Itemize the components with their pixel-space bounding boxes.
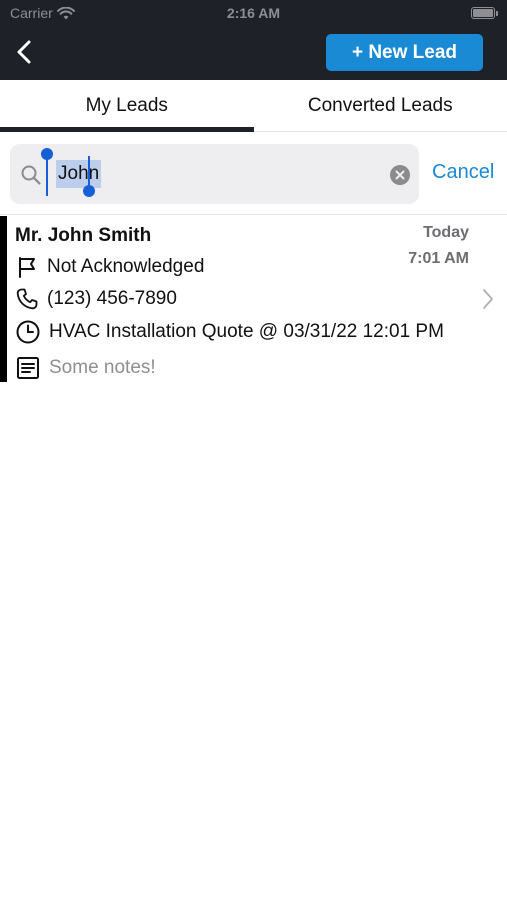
tab-converted-leads[interactable]: Converted Leads <box>254 80 507 131</box>
clear-search-button[interactable] <box>390 165 410 185</box>
search-bar[interactable]: John <box>10 144 419 204</box>
top-bar: Carrier 2:16 AM + New Lead <box>0 0 507 80</box>
tab-my-leads[interactable]: My Leads <box>0 80 254 132</box>
lead-time: 7:01 AM <box>408 250 469 267</box>
back-button[interactable] <box>12 38 38 66</box>
search-row: John Cancel <box>0 133 507 215</box>
lead-appointment-text: HVAC Installation Quote @ 03/31/22 12:01… <box>49 321 444 342</box>
chevron-right-icon <box>483 289 493 309</box>
lead-date: Today <box>423 224 469 241</box>
search-input[interactable]: John <box>56 160 102 188</box>
clock-icon <box>16 320 40 344</box>
lead-appointment: HVAC Installation Quote @ 03/31/22 12:01… <box>15 319 444 345</box>
cancel-button[interactable]: Cancel <box>432 161 494 184</box>
lead-row[interactable]: Mr. John Smith Today 7:01 AM Not Acknowl… <box>0 216 507 382</box>
status-time: 2:16 AM <box>226 5 281 21</box>
lead-name: Mr. John Smith <box>15 225 152 246</box>
selection-handle-end[interactable] <box>83 185 95 197</box>
lead-phone[interactable]: (123) 456-7890 <box>15 287 177 311</box>
flag-icon <box>19 257 35 278</box>
selection-handle-end-line <box>88 156 90 188</box>
new-lead-button[interactable]: + New Lead <box>326 34 483 71</box>
selection-handle-start-line <box>46 158 48 196</box>
search-icon <box>21 165 41 185</box>
lead-phone-text[interactable]: (123) 456-7890 <box>47 288 177 310</box>
battery-icon <box>471 7 498 19</box>
selection-handle-start[interactable] <box>41 148 53 160</box>
chevron-left-icon <box>17 40 31 64</box>
segment-tabs: My Leads Converted Leads <box>0 80 507 132</box>
lead-status-accent <box>0 216 7 382</box>
lead-notes-text: Some notes! <box>49 357 156 378</box>
phone-icon <box>16 288 38 310</box>
lead-status: Not Acknowledged <box>15 255 204 279</box>
lead-notes: Some notes! <box>15 355 156 381</box>
lead-status-text: Not Acknowledged <box>47 256 205 277</box>
clear-icon <box>395 170 405 180</box>
notes-icon <box>17 357 39 379</box>
